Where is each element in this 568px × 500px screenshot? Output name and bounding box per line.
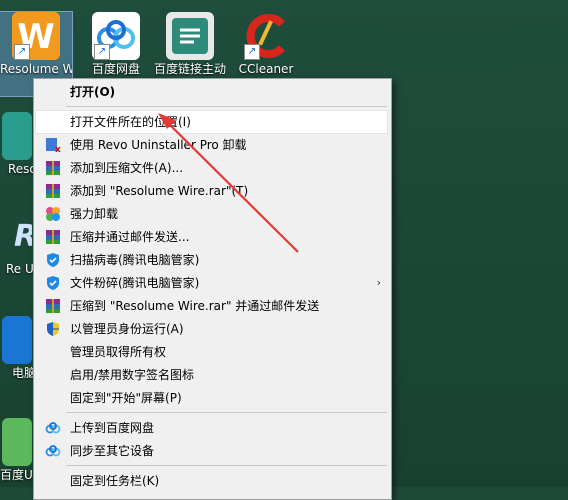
menu-item-scan-virus[interactable]: 扫描病毒(腾讯电脑管家) <box>36 249 387 271</box>
menu-separator <box>66 412 387 413</box>
menu-item-label: 压缩并通过邮件发送... <box>70 230 190 244</box>
baidu-cloud-icon <box>45 443 61 459</box>
revo-icon: x <box>45 137 61 155</box>
menu-item-label: 启用/禁用数字签名图标 <box>70 368 195 382</box>
menu-item-upload-baidu[interactable]: 上传到百度网盘 <box>36 417 387 439</box>
menu-item-compress-rar-email[interactable]: 压缩到 "Resolume Wire.rar" 并通过邮件发送 <box>36 295 387 317</box>
menu-item-revo-uninstall[interactable]: x 使用 Revo Uninstaller Pro 卸载 <box>36 134 387 156</box>
menu-item-label: 压缩到 "Resolume Wire.rar" 并通过邮件发送 <box>70 299 320 313</box>
resolume-arena-icon <box>2 112 32 160</box>
menu-item-label: 添加到压缩文件(A)... <box>70 161 184 175</box>
menu-item-label: 添加到 "Resolume Wire.rar"(T) <box>70 184 249 198</box>
desktop-icon-label: Reso Ar <box>8 162 34 176</box>
shortcut-arrow-icon: ↗ <box>244 44 260 60</box>
desktop-icon-revo[interactable]: R Re Unin <box>0 212 34 276</box>
desktop-icon-label: Resolume W <box>0 62 72 76</box>
desktop-icon-baidu-netdisk[interactable]: ↗ 百度网盘 <box>80 12 152 76</box>
winrar-icon <box>45 298 61 314</box>
desktop-icon-label: 百度U <box>0 468 33 482</box>
desktop-icon-pc-manager[interactable]: 电脑 <box>0 316 34 380</box>
chevron-right-icon: › <box>376 276 381 289</box>
shield-icon <box>45 252 61 268</box>
menu-item-add-to-rar[interactable]: 添加到 "Resolume Wire.rar"(T) <box>36 180 387 202</box>
baidu-cloud-icon <box>45 420 61 436</box>
desktop-icon-resolume-arena[interactable]: Reso Ar <box>0 112 34 176</box>
baidu-netdisk-icon: ↗ <box>92 12 140 60</box>
resolume-wire-icon: W ↗ <box>12 12 60 60</box>
shortcut-arrow-icon: ↗ <box>94 44 110 60</box>
menu-item-label: 同步至其它设备 <box>70 444 155 458</box>
menu-item-file-shred[interactable]: 文件粉碎(腾讯电脑管家) › <box>36 272 387 294</box>
menu-item-pin-to-taskbar[interactable]: 固定到任务栏(K) <box>36 470 387 492</box>
menu-item-open-file-location[interactable]: 打开文件所在的位置(I) <box>35 110 388 134</box>
menu-item-label: 管理员取得所有权 <box>70 345 167 359</box>
shield-icon <box>45 275 61 291</box>
winrar-icon <box>45 160 61 176</box>
desktop-icon-ccleaner[interactable]: ↗ CCleaner <box>230 12 302 76</box>
pc-manager-icon <box>2 316 32 364</box>
menu-item-label: 扫描病毒(腾讯电脑管家) <box>70 253 200 267</box>
menu-item-take-ownership[interactable]: 管理员取得所有权 <box>36 341 387 363</box>
menu-separator <box>66 106 387 107</box>
desktop-icon-label: 百度网盘 <box>91 62 140 76</box>
menu-item-label: 使用 Revo Uninstaller Pro 卸载 <box>70 138 247 152</box>
menu-separator <box>66 465 387 466</box>
menu-item-pin-to-start[interactable]: 固定到"开始"屏幕(P) <box>36 387 387 409</box>
shortcut-arrow-icon: ↗ <box>14 44 30 60</box>
ccleaner-icon: ↗ <box>242 12 290 60</box>
svg-text:x: x <box>55 145 61 153</box>
desktop-icon-label: 电脑 <box>12 366 34 380</box>
menu-item-label: 打开文件所在的位置(I) <box>70 115 191 129</box>
menu-item-label: 固定到任务栏(K) <box>70 474 160 488</box>
menu-item-force-uninstall[interactable]: 强力卸载 <box>36 203 387 225</box>
desktop-icon-baidu-link[interactable]: 百度链接主动 <box>154 12 226 76</box>
menu-item-label: 上传到百度网盘 <box>70 421 155 435</box>
svg-text:R: R <box>14 219 32 254</box>
desktop-icon-label: Re Unin <box>6 262 34 276</box>
menu-item-sync-devices[interactable]: 同步至其它设备 <box>36 440 387 462</box>
menu-item-add-to-archive[interactable]: 添加到压缩文件(A)... <box>36 157 387 179</box>
menu-item-label: 以管理员身份运行(A) <box>70 322 184 336</box>
baidu-u-icon <box>2 418 32 466</box>
menu-item-toggle-signature[interactable]: 启用/禁用数字签名图标 <box>36 364 387 386</box>
menu-item-label: 文件粉碎(腾讯电脑管家) <box>70 276 200 290</box>
menu-item-label: 固定到"开始"屏幕(P) <box>70 391 182 405</box>
uac-shield-icon <box>45 321 61 337</box>
desktop-icon-label: CCleaner <box>238 62 294 76</box>
winrar-icon <box>45 183 61 199</box>
revo-uninstaller-icon: R <box>2 212 34 260</box>
menu-item-label: 打开(O) <box>70 85 116 99</box>
context-menu: 打开(O) 打开文件所在的位置(I) x 使用 Revo Uninstaller… <box>33 78 392 500</box>
clover-icon <box>45 206 61 222</box>
menu-item-label: 强力卸载 <box>70 207 119 221</box>
menu-item-compress-and-email[interactable]: 压缩并通过邮件发送... <box>36 226 387 248</box>
desktop-icon-baidu-u[interactable]: 百度U <box>0 418 34 482</box>
baidu-link-icon <box>166 12 214 60</box>
menu-item-run-as-admin[interactable]: 以管理员身份运行(A) <box>36 318 387 340</box>
menu-item-open[interactable]: 打开(O) <box>36 81 387 103</box>
winrar-icon <box>45 229 61 245</box>
desktop-icon-label: 百度链接主动 <box>154 62 226 76</box>
